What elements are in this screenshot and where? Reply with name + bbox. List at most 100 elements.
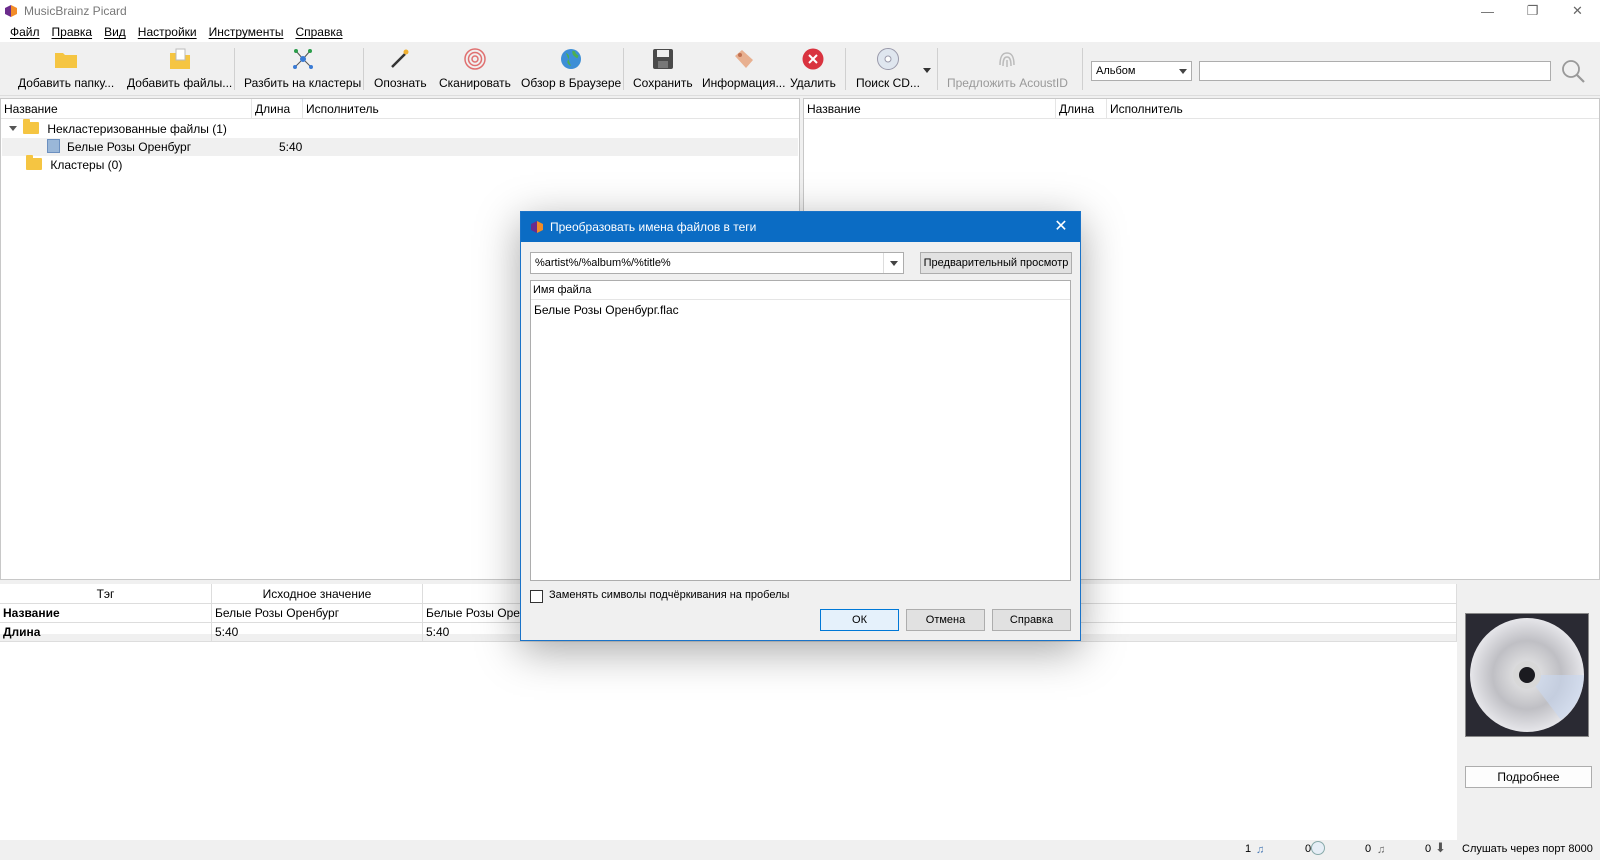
cancel-button[interactable]: Отмена xyxy=(906,609,985,631)
menu-file[interactable]: Файл xyxy=(4,25,46,39)
album-column-header-length[interactable]: Длина xyxy=(1056,99,1107,119)
toolbar-separator xyxy=(845,48,846,90)
remove-icon xyxy=(800,46,826,72)
lookup-label: Опознать xyxy=(374,76,427,90)
pending-files-icon: ♫ xyxy=(1377,844,1386,856)
file-title: Белые Розы Оренбург xyxy=(67,140,192,154)
cd-lookup-label: Поиск CD... xyxy=(856,76,920,90)
unclustered-files-node[interactable]: Некластеризованные файлы (1) xyxy=(9,119,227,138)
music-note-icon: ♫ xyxy=(1256,844,1265,856)
format-value: %artist%/%album%/%title% xyxy=(535,257,671,269)
menu-options[interactable]: Настройки xyxy=(132,25,203,39)
format-combobox[interactable]: %artist%/%album%/%title% xyxy=(530,252,904,274)
toolbar-separator xyxy=(937,48,938,90)
menu-help[interactable]: Справка xyxy=(289,25,348,39)
folder-icon xyxy=(26,155,42,170)
toolbar-separator xyxy=(234,48,235,90)
floppy-disk-icon xyxy=(650,46,676,72)
add-folder-label: Добавить папку... xyxy=(18,76,115,90)
metadata-empty-area xyxy=(0,642,1457,840)
album-column-header-artist[interactable]: Исполнитель xyxy=(1107,99,1599,119)
file-row[interactable]: Белые Розы Оренбург 5:40 xyxy=(2,138,798,156)
album-column-header-title[interactable]: Название xyxy=(804,99,1056,119)
search-icon[interactable] xyxy=(1560,58,1586,84)
column-header-artist[interactable]: Исполнитель xyxy=(303,99,799,119)
dialog-title-bar: Преобразовать имена файлов в теги ✕ xyxy=(521,212,1080,242)
lookup-button[interactable]: Опознать xyxy=(374,46,427,92)
browser-lookup-button[interactable]: Обзор в Браузере xyxy=(521,46,621,92)
expand-arrow-icon[interactable] xyxy=(9,126,17,131)
globe-icon xyxy=(558,46,584,72)
cluster-icon xyxy=(290,46,316,72)
status-bar: 1 ♫ 0 0 ♫ 0 ⬇ Слушать через порт 8000 xyxy=(0,840,1600,860)
cd-lookup-button[interactable]: Поиск CD... xyxy=(856,46,920,92)
cd-lookup-dropdown-icon[interactable] xyxy=(923,68,931,73)
search-input[interactable] xyxy=(1199,61,1551,81)
column-header-title[interactable]: Название xyxy=(1,99,252,119)
column-header-length[interactable]: Длина xyxy=(252,99,303,119)
metadata-original-cell[interactable]: 5:40 xyxy=(212,623,423,642)
status-pending-requests: 0 xyxy=(1425,843,1432,855)
browser-lookup-label: Обзор в Браузере xyxy=(521,76,622,90)
scan-label: Сканировать xyxy=(439,76,511,90)
info-label: Информация... xyxy=(702,76,786,90)
cd-icon xyxy=(875,46,901,72)
audio-file-icon xyxy=(47,139,60,153)
search-type-value: Альбом xyxy=(1096,65,1136,77)
preview-button[interactable]: Предварительный просмотр xyxy=(920,252,1072,274)
submit-acoustid-button[interactable]: Предложить AcoustID xyxy=(947,46,1068,92)
close-icon[interactable]: ✕ xyxy=(1052,218,1070,236)
unclustered-label: Некластеризованные файлы (1) xyxy=(47,122,227,136)
metadata-header-original[interactable]: Исходное значение xyxy=(212,584,423,604)
chevron-down-icon[interactable] xyxy=(883,253,903,273)
remove-label: Удалить xyxy=(790,76,836,90)
add-files-button[interactable]: Добавить файлы... xyxy=(127,46,232,92)
info-button[interactable]: Информация... xyxy=(702,46,785,92)
help-button[interactable]: Справка xyxy=(992,609,1071,631)
toolbar-separator xyxy=(623,48,624,90)
close-window-button[interactable]: ✕ xyxy=(1555,0,1600,22)
album-pane-header: Название Длина Исполнитель xyxy=(804,99,1599,119)
list-item[interactable]: Белые Розы Оренбург.flac xyxy=(534,301,679,319)
metadata-header-tag[interactable]: Тэг xyxy=(0,584,212,604)
search-type-select[interactable]: Альбом xyxy=(1091,61,1192,81)
menu-bar: Файл Правка Вид Настройки Инструменты Сп… xyxy=(0,22,1600,42)
save-button[interactable]: Сохранить xyxy=(633,46,693,92)
more-details-button[interactable]: Подробнее xyxy=(1465,766,1592,788)
clusters-node[interactable]: Кластеры (0) xyxy=(26,155,122,174)
chevron-down-icon xyxy=(1179,69,1187,74)
metadata-tag-cell[interactable]: Длина xyxy=(0,623,212,642)
replace-underscores-checkbox[interactable] xyxy=(530,590,543,603)
cover-art-image xyxy=(1465,613,1589,737)
status-port: Слушать через порт 8000 xyxy=(1462,843,1593,855)
submit-acoustid-label: Предложить AcoustID xyxy=(947,76,1068,90)
add-folder-button[interactable]: Добавить папку... xyxy=(18,46,114,92)
filename-list: Имя файла Белые Розы Оренбург.flac xyxy=(530,280,1071,581)
ok-button[interactable]: ОК xyxy=(820,609,899,631)
folder-icon xyxy=(53,46,79,72)
download-icon: ⬇ xyxy=(1435,840,1446,855)
minimize-button[interactable]: — xyxy=(1465,0,1510,22)
file-length: 5:40 xyxy=(279,140,303,154)
menu-view[interactable]: Вид xyxy=(98,25,132,39)
restore-button[interactable]: ❐ xyxy=(1510,0,1555,22)
menu-tools[interactable]: Инструменты xyxy=(203,25,290,39)
filename-column-header[interactable]: Имя файла xyxy=(531,281,1070,300)
metadata-tag-cell[interactable]: Название xyxy=(0,604,212,623)
remove-button[interactable]: Удалить xyxy=(790,46,836,92)
cluster-label: Разбить на кластеры xyxy=(244,76,362,90)
toolbar-separator xyxy=(363,48,364,90)
file-pane-header: Название Длина Исполнитель xyxy=(1,99,799,119)
scan-button[interactable]: Сканировать xyxy=(439,46,511,92)
window-title: MusicBrainz Picard xyxy=(24,4,127,18)
info-tag-icon xyxy=(731,46,757,72)
save-label: Сохранить xyxy=(633,76,693,90)
add-files-icon xyxy=(167,46,193,72)
acoustid-fingerprint-icon xyxy=(994,46,1020,72)
menu-edit[interactable]: Правка xyxy=(46,25,99,39)
magic-wand-icon xyxy=(387,46,413,72)
folder-icon xyxy=(23,119,39,134)
cluster-button[interactable]: Разбить на кластеры xyxy=(244,46,361,92)
add-files-label: Добавить файлы... xyxy=(127,76,233,90)
metadata-original-cell[interactable]: Белые Розы Оренбург xyxy=(212,604,423,623)
